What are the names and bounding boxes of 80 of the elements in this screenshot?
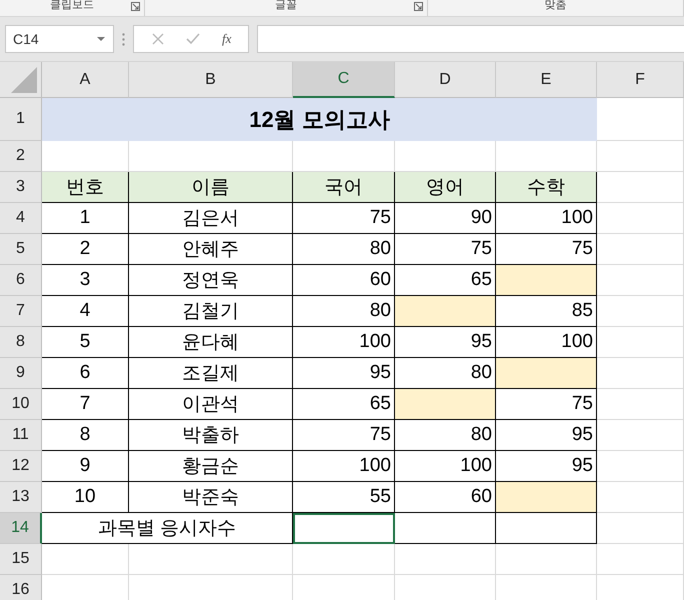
table-header-cell: 영어 bbox=[395, 172, 496, 203]
row-header[interactable]: 13 bbox=[0, 482, 42, 513]
table-cell: 60 bbox=[293, 265, 395, 296]
ribbon-group-label: 글꼴 bbox=[275, 0, 298, 11]
table-cell: 7 bbox=[42, 389, 129, 420]
table-cell: 75 bbox=[293, 203, 395, 234]
table-cell: 5 bbox=[42, 327, 129, 358]
checkmark-icon[interactable] bbox=[186, 33, 200, 45]
table-cell: 8 bbox=[42, 420, 129, 451]
row-header[interactable]: 9 bbox=[0, 358, 42, 389]
table-cell: 100 bbox=[293, 327, 395, 358]
column-header[interactable]: B bbox=[129, 62, 293, 98]
table-cell: 95 bbox=[395, 327, 496, 358]
ribbon-group-label: 클립보드 bbox=[50, 0, 94, 11]
sheet-title: 12월 모의고사 bbox=[42, 98, 597, 141]
table-cell: 안혜주 bbox=[129, 234, 293, 265]
dialog-launcher-icon[interactable] bbox=[414, 2, 424, 11]
table-cell: 조길제 bbox=[129, 358, 293, 389]
table-cell: 100 bbox=[395, 451, 496, 482]
row-header[interactable]: 14 bbox=[0, 513, 42, 544]
table-cell: 6 bbox=[42, 358, 129, 389]
row-header[interactable]: 2 bbox=[0, 141, 42, 172]
row-header[interactable]: 12 bbox=[0, 451, 42, 482]
table-cell: 10 bbox=[42, 482, 129, 513]
table-cell: 3 bbox=[42, 265, 129, 296]
column-header[interactable]: D bbox=[395, 62, 496, 98]
row-header[interactable]: 7 bbox=[0, 296, 42, 327]
table-cell: 9 bbox=[42, 451, 129, 482]
table-cell: 1 bbox=[42, 203, 129, 234]
triangle-icon bbox=[11, 67, 37, 93]
column-header[interactable]: C bbox=[293, 62, 395, 98]
row-header[interactable]: 1 bbox=[0, 98, 42, 141]
column-header[interactable]: F bbox=[597, 62, 684, 98]
table-cell: 과목별 응시자수 bbox=[42, 513, 293, 544]
table-cell: 김은서 bbox=[129, 203, 293, 234]
table-cell: 박출하 bbox=[129, 420, 293, 451]
row-header[interactable]: 16 bbox=[0, 575, 42, 600]
table-cell: 55 bbox=[293, 482, 395, 513]
table-cell: 85 bbox=[496, 296, 597, 327]
row-header[interactable]: 8 bbox=[0, 327, 42, 358]
row-header[interactable]: 3 bbox=[0, 172, 42, 203]
column-header[interactable]: E bbox=[496, 62, 597, 98]
table-cell: 100 bbox=[496, 203, 597, 234]
table-header-cell: 수학 bbox=[496, 172, 597, 203]
table-cell: 90 bbox=[395, 203, 496, 234]
table-cell: 100 bbox=[293, 451, 395, 482]
cancel-icon[interactable] bbox=[152, 33, 164, 45]
table-cell: 박준숙 bbox=[129, 482, 293, 513]
select-all-corner[interactable] bbox=[0, 62, 42, 98]
row-header[interactable]: 5 bbox=[0, 234, 42, 265]
active-cell[interactable] bbox=[293, 513, 395, 544]
formula-input-field[interactable] bbox=[257, 25, 684, 53]
table-cell: 80 bbox=[395, 420, 496, 451]
dialog-launcher-icon[interactable] bbox=[131, 2, 140, 11]
table-cell: 95 bbox=[496, 420, 597, 451]
table-header-cell: 국어 bbox=[293, 172, 395, 203]
vertical-dots-icon[interactable] bbox=[122, 32, 125, 46]
row-header[interactable]: 10 bbox=[0, 389, 42, 420]
table-cell: 황금순 bbox=[129, 451, 293, 482]
insert-function-button[interactable]: fx bbox=[222, 31, 232, 47]
row-header[interactable]: 4 bbox=[0, 203, 42, 234]
row-header[interactable]: 15 bbox=[0, 544, 42, 575]
row-header[interactable]: 11 bbox=[0, 420, 42, 451]
table-header-cell: 번호 bbox=[42, 172, 129, 203]
table-cell: 80 bbox=[293, 234, 395, 265]
table-cell: 75 bbox=[293, 420, 395, 451]
table-cell: 95 bbox=[293, 358, 395, 389]
caret-icon[interactable] bbox=[97, 37, 105, 41]
row-header[interactable]: 6 bbox=[0, 265, 42, 296]
table-cell: 2 bbox=[42, 234, 129, 265]
table-cell: 이관석 bbox=[129, 389, 293, 420]
table-cell: 4 bbox=[42, 296, 129, 327]
table-cell: 정연욱 bbox=[129, 265, 293, 296]
table-header-cell: 이름 bbox=[129, 172, 293, 203]
table-cell: 75 bbox=[395, 234, 496, 265]
column-header[interactable]: A bbox=[42, 62, 129, 98]
table-cell: 75 bbox=[496, 389, 597, 420]
table-cell: 윤다혜 bbox=[129, 327, 293, 358]
table-cell: 김철기 bbox=[129, 296, 293, 327]
name-box[interactable]: C14 bbox=[5, 25, 114, 53]
